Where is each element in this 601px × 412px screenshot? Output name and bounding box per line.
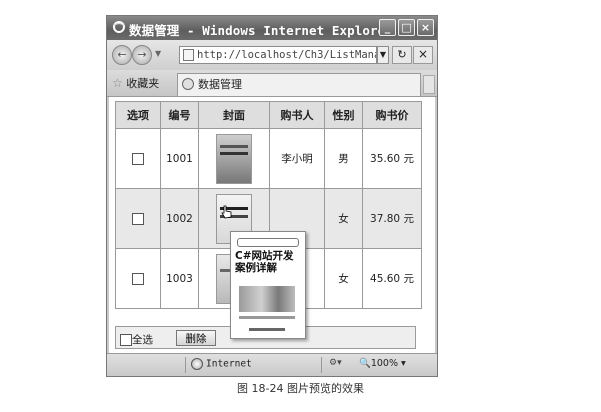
window-title: 数据管理 - Windows Internet Explorer bbox=[129, 23, 393, 38]
row-select-cell bbox=[115, 128, 161, 189]
cover-preview-popup: C#网站开发案例详解 bbox=[230, 231, 306, 339]
new-tab-button[interactable] bbox=[423, 75, 435, 94]
page-icon bbox=[183, 49, 194, 61]
header-price: 购书价 bbox=[362, 101, 422, 129]
browser-window: 数据管理 - Windows Internet Explorer _ □ × ←… bbox=[106, 15, 438, 377]
page-tab-icon bbox=[182, 78, 194, 90]
title-bar[interactable]: 数据管理 - Windows Internet Explorer _ □ × bbox=[107, 16, 437, 40]
row-checkbox[interactable] bbox=[132, 272, 144, 285]
address-toolbar: ← → ▼ http://localhost/Ch3/ListManager.h… bbox=[107, 40, 437, 70]
row-id: 1003 bbox=[160, 248, 199, 309]
address-url: http://localhost/Ch3/ListManager.ht bbox=[197, 49, 376, 61]
row-buyer: 李小明 bbox=[269, 128, 325, 189]
row-id: 1002 bbox=[160, 188, 199, 249]
back-button[interactable]: ← bbox=[112, 45, 132, 65]
table-header-row: 选项 编号 封面 购书人 性别 购书价 bbox=[115, 101, 422, 129]
zone-label: Internet bbox=[206, 358, 252, 370]
page-content: 选项 编号 封面 购书人 性别 购书价 1001 李小明 男 35.60 元 1… bbox=[109, 97, 435, 373]
row-checkbox[interactable] bbox=[132, 212, 144, 225]
tab-label: 数据管理 bbox=[198, 78, 242, 91]
select-all-control[interactable]: 全选 bbox=[120, 332, 153, 347]
preview-cover-art bbox=[239, 286, 295, 312]
row-price: 35.60 元 bbox=[362, 128, 422, 189]
star-icon: ☆ bbox=[112, 76, 123, 90]
row-select-cell bbox=[115, 188, 161, 249]
favorites-button[interactable]: ☆ 收藏夹 bbox=[112, 75, 159, 91]
book-cover-thumbnail[interactable] bbox=[216, 133, 252, 184]
address-dropdown-icon[interactable]: ▼ bbox=[377, 46, 389, 64]
select-all-checkbox[interactable] bbox=[120, 334, 132, 346]
row-cover-cell bbox=[198, 128, 270, 189]
ie-logo-icon bbox=[112, 21, 126, 33]
header-id: 编号 bbox=[160, 101, 199, 129]
header-gender: 性别 bbox=[324, 101, 363, 129]
refresh-button[interactable]: ↻ bbox=[392, 46, 412, 64]
header-cover: 封面 bbox=[198, 101, 270, 129]
protected-mode-icon[interactable]: ⚙▾ bbox=[329, 358, 342, 368]
status-bar: Internet ⚙▾ 🔍100% ▾ bbox=[107, 353, 437, 376]
row-gender: 女 bbox=[324, 188, 363, 249]
row-id: 1001 bbox=[160, 128, 199, 189]
favorites-label: 收藏夹 bbox=[126, 77, 160, 90]
zoom-level: 100% bbox=[370, 358, 399, 369]
preview-author-line bbox=[239, 316, 295, 319]
hand-pointer-icon bbox=[221, 205, 232, 219]
row-price: 45.60 元 bbox=[362, 248, 422, 309]
preview-book-title: C#网站开发案例详解 bbox=[235, 250, 294, 274]
tab-row: ☆ 收藏夹 数据管理 bbox=[107, 70, 437, 97]
delete-button[interactable]: 删除 bbox=[176, 330, 216, 346]
figure-caption: 图 18-24 图片预览的效果 bbox=[237, 382, 364, 395]
header-option: 选项 bbox=[115, 101, 161, 129]
security-zone[interactable]: Internet bbox=[191, 358, 252, 370]
close-button[interactable]: × bbox=[417, 19, 434, 36]
history-dropdown-icon[interactable]: ▼ bbox=[155, 49, 161, 58]
preview-series-banner bbox=[237, 238, 299, 247]
tab-data-management[interactable]: 数据管理 bbox=[177, 73, 421, 96]
maximize-button[interactable]: □ bbox=[398, 19, 415, 36]
row-select-cell bbox=[115, 248, 161, 309]
row-gender: 女 bbox=[324, 248, 363, 309]
globe-icon bbox=[191, 358, 203, 370]
minimize-button[interactable]: _ bbox=[379, 19, 396, 36]
stop-button[interactable]: × bbox=[413, 46, 433, 64]
address-input[interactable]: http://localhost/Ch3/ListManager.ht bbox=[179, 46, 377, 64]
row-gender: 男 bbox=[324, 128, 363, 189]
row-price: 37.80 元 bbox=[362, 188, 422, 249]
select-all-label: 全选 bbox=[132, 334, 153, 346]
table-row: 1001 李小明 男 35.60 元 bbox=[115, 128, 422, 189]
header-buyer: 购书人 bbox=[269, 101, 325, 129]
zoom-control[interactable]: 🔍100% ▾ bbox=[359, 358, 406, 369]
preview-publisher-line bbox=[249, 328, 285, 331]
forward-button[interactable]: → bbox=[132, 45, 152, 65]
row-checkbox[interactable] bbox=[132, 152, 144, 165]
